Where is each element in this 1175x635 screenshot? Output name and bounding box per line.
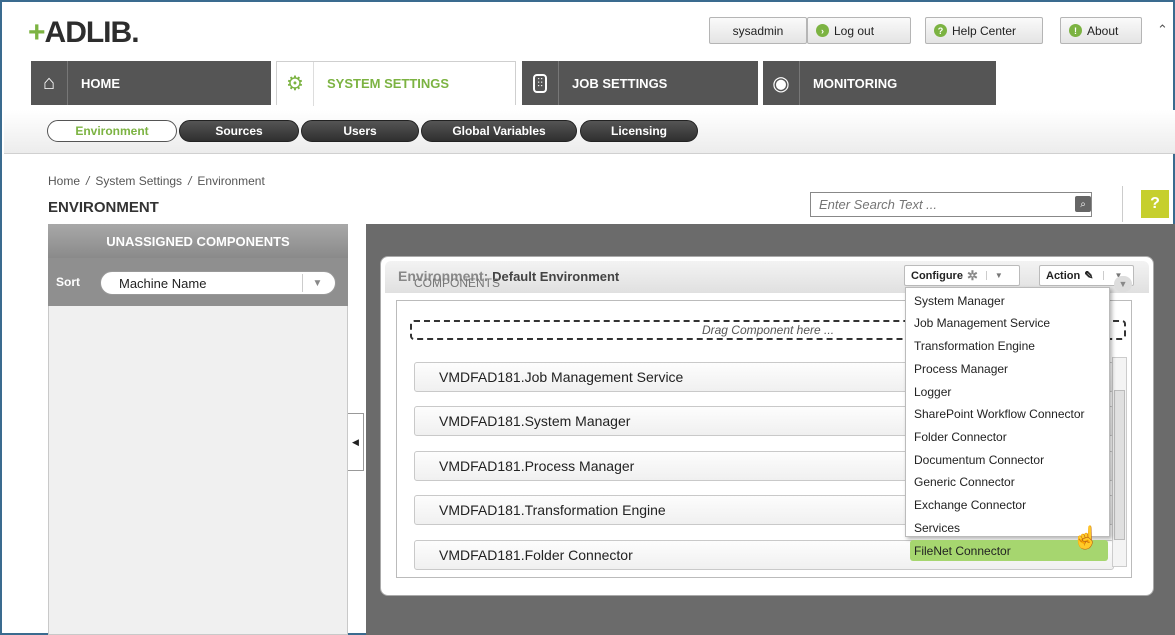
menu-item-label: SharePoint Workflow Connector bbox=[914, 406, 1085, 421]
menu-item-exchange-connector[interactable]: Exchange Connector bbox=[910, 494, 1108, 515]
info-icon: ! bbox=[1069, 24, 1082, 37]
search-icon[interactable]: ⌕ bbox=[1075, 196, 1091, 212]
user-label: sysadmin bbox=[709, 17, 807, 44]
menu-item-label: Documentum Connector bbox=[914, 452, 1045, 467]
nav-divider bbox=[558, 61, 559, 105]
component-item-label: VMDFAD181.Transformation Engine bbox=[439, 502, 666, 518]
subtab-sources-label: Sources bbox=[215, 124, 263, 138]
about-label: About bbox=[1087, 23, 1119, 38]
tab-monitoring[interactable]: ◉ MONITORING bbox=[763, 61, 996, 105]
breadcrumb-sep: / bbox=[86, 174, 90, 188]
nav-divider bbox=[799, 61, 800, 105]
components-label: COMPONENTS bbox=[414, 276, 501, 290]
menu-item-sharepoint-workflow-connector[interactable]: SharePoint Workflow Connector bbox=[910, 403, 1108, 424]
tab-job-settings-label: JOB SETTINGS bbox=[572, 75, 668, 91]
nav-divider bbox=[313, 62, 314, 106]
breadcrumb-sep: / bbox=[188, 174, 192, 188]
components-scroll-thumb[interactable] bbox=[1114, 390, 1125, 540]
tab-system-settings[interactable]: ⚙ SYSTEM SETTINGS bbox=[276, 61, 516, 106]
subtab-global-variables-label: Global Variables bbox=[452, 124, 546, 138]
sort-label: Sort bbox=[56, 275, 80, 289]
components-collapse-icon[interactable]: ▼ bbox=[1114, 276, 1132, 292]
menu-item-folder-connector[interactable]: Folder Connector bbox=[910, 426, 1108, 447]
help-center-label: Help Center bbox=[952, 23, 1017, 38]
tab-home[interactable]: ⌂ HOME bbox=[31, 61, 271, 105]
drop-hint: Drag Component here ... bbox=[701, 323, 835, 337]
action-label: Action bbox=[1046, 269, 1081, 282]
subtab-environment-label: Environment bbox=[75, 124, 149, 138]
search-input[interactable] bbox=[810, 192, 1092, 217]
menu-item-label: System Manager bbox=[914, 293, 1005, 308]
unassigned-components-title-text: UNASSIGNED COMPONENTS bbox=[106, 233, 290, 249]
menu-item-documentum-connector[interactable]: Documentum Connector bbox=[910, 449, 1108, 470]
arrow-right-icon: › bbox=[816, 24, 829, 37]
subtab-licensing-label: Licensing bbox=[610, 124, 667, 138]
menu-item-job-management-service[interactable]: Job Management Service bbox=[910, 312, 1108, 333]
about-button[interactable]: ! About bbox=[1060, 17, 1142, 44]
subtab-licensing[interactable]: Licensing bbox=[580, 120, 698, 142]
unassigned-components-title: UNASSIGNED COMPONENTS bbox=[48, 224, 348, 258]
subtab-users[interactable]: Users bbox=[301, 120, 419, 142]
menu-item-transformation-engine[interactable]: Transformation Engine bbox=[910, 335, 1108, 356]
menu-item-label: Services bbox=[914, 520, 961, 535]
subtab-global-variables[interactable]: Global Variables bbox=[421, 120, 577, 142]
component-item-label: VMDFAD181.Folder Connector bbox=[439, 547, 633, 563]
component-item-label: VMDFAD181.Process Manager bbox=[439, 458, 635, 474]
menu-item-label: Job Management Service bbox=[914, 315, 1051, 330]
user-name: sysadmin bbox=[732, 23, 784, 38]
help-question-mark: ? bbox=[1150, 195, 1160, 212]
collapse-left-panel-icon[interactable]: ◀ bbox=[348, 413, 364, 471]
menu-item-label: Exchange Connector bbox=[914, 497, 1027, 512]
subtab-users-label: Users bbox=[343, 124, 377, 138]
sort-select[interactable]: Machine Name bbox=[100, 271, 336, 295]
component-item-label: VMDFAD181.Job Management Service bbox=[439, 369, 684, 385]
menu-item-label: Logger bbox=[914, 384, 952, 399]
toolbar-divider bbox=[1122, 186, 1123, 222]
breadcrumb-home[interactable]: Home bbox=[48, 174, 80, 188]
menu-item-system-manager[interactable]: System Manager bbox=[910, 290, 1108, 311]
chevron-down-icon: ▼ bbox=[985, 271, 1003, 280]
home-icon: ⌂ bbox=[42, 71, 56, 94]
sort-select-value: Machine Name bbox=[119, 275, 207, 291]
breadcrumb: Home / System Settings / Environment bbox=[48, 174, 265, 188]
tab-monitoring-label: MONITORING bbox=[813, 75, 898, 91]
environment-name: Default Environment bbox=[492, 269, 620, 284]
chevron-down-icon[interactable]: ▼ bbox=[302, 274, 332, 292]
gear-icon: ✲ bbox=[966, 267, 978, 283]
menu-item-label: Transformation Engine bbox=[914, 338, 1035, 353]
page-title: ENVIRONMENT bbox=[48, 199, 159, 216]
menu-item-label: Process Manager bbox=[914, 361, 1009, 376]
subtab-sources[interactable]: Sources bbox=[179, 120, 299, 142]
menu-item-logger[interactable]: Logger bbox=[910, 381, 1108, 402]
menu-item-process-manager[interactable]: Process Manager bbox=[910, 358, 1108, 379]
configure-button[interactable]: Configure ✲ ▼ bbox=[904, 265, 1020, 286]
nav-divider bbox=[67, 61, 68, 105]
tab-job-settings[interactable]: ⫶⫶ JOB SETTINGS bbox=[522, 61, 758, 105]
subtab-environment[interactable]: Environment bbox=[47, 120, 177, 142]
help-center-button[interactable]: ? Help Center bbox=[925, 17, 1043, 44]
menu-item-label: Folder Connector bbox=[914, 429, 1007, 444]
tab-home-label: HOME bbox=[81, 75, 120, 91]
logout-button[interactable]: › Log out bbox=[807, 17, 911, 44]
menu-item-generic-connector[interactable]: Generic Connector bbox=[910, 471, 1108, 492]
breadcrumb-system-settings[interactable]: System Settings bbox=[95, 174, 182, 188]
component-item-label: VMDFAD181.System Manager bbox=[439, 413, 631, 429]
menu-item-label: FileNet Connector bbox=[914, 543, 1011, 558]
collapse-header-icon[interactable]: ⌃ bbox=[1157, 22, 1168, 38]
adlib-logo: +ADLIB. bbox=[28, 16, 140, 49]
breadcrumb-current: Environment bbox=[197, 174, 265, 188]
question-icon: ? bbox=[934, 24, 947, 37]
hand-cursor-icon: ☝ bbox=[1072, 525, 1100, 550]
gears-icon: ⚙ bbox=[286, 73, 304, 95]
menu-item-label: Generic Connector bbox=[914, 474, 1015, 489]
tab-system-settings-label: SYSTEM SETTINGS bbox=[327, 76, 450, 91]
eye-icon: ◉ bbox=[772, 72, 790, 95]
help-button[interactable]: ? bbox=[1141, 190, 1169, 218]
logout-label: Log out bbox=[834, 23, 875, 38]
sliders-icon: ⫶⫶ bbox=[522, 61, 558, 105]
pencil-icon: ✎ bbox=[1084, 270, 1094, 282]
configure-label: Configure bbox=[911, 269, 963, 282]
